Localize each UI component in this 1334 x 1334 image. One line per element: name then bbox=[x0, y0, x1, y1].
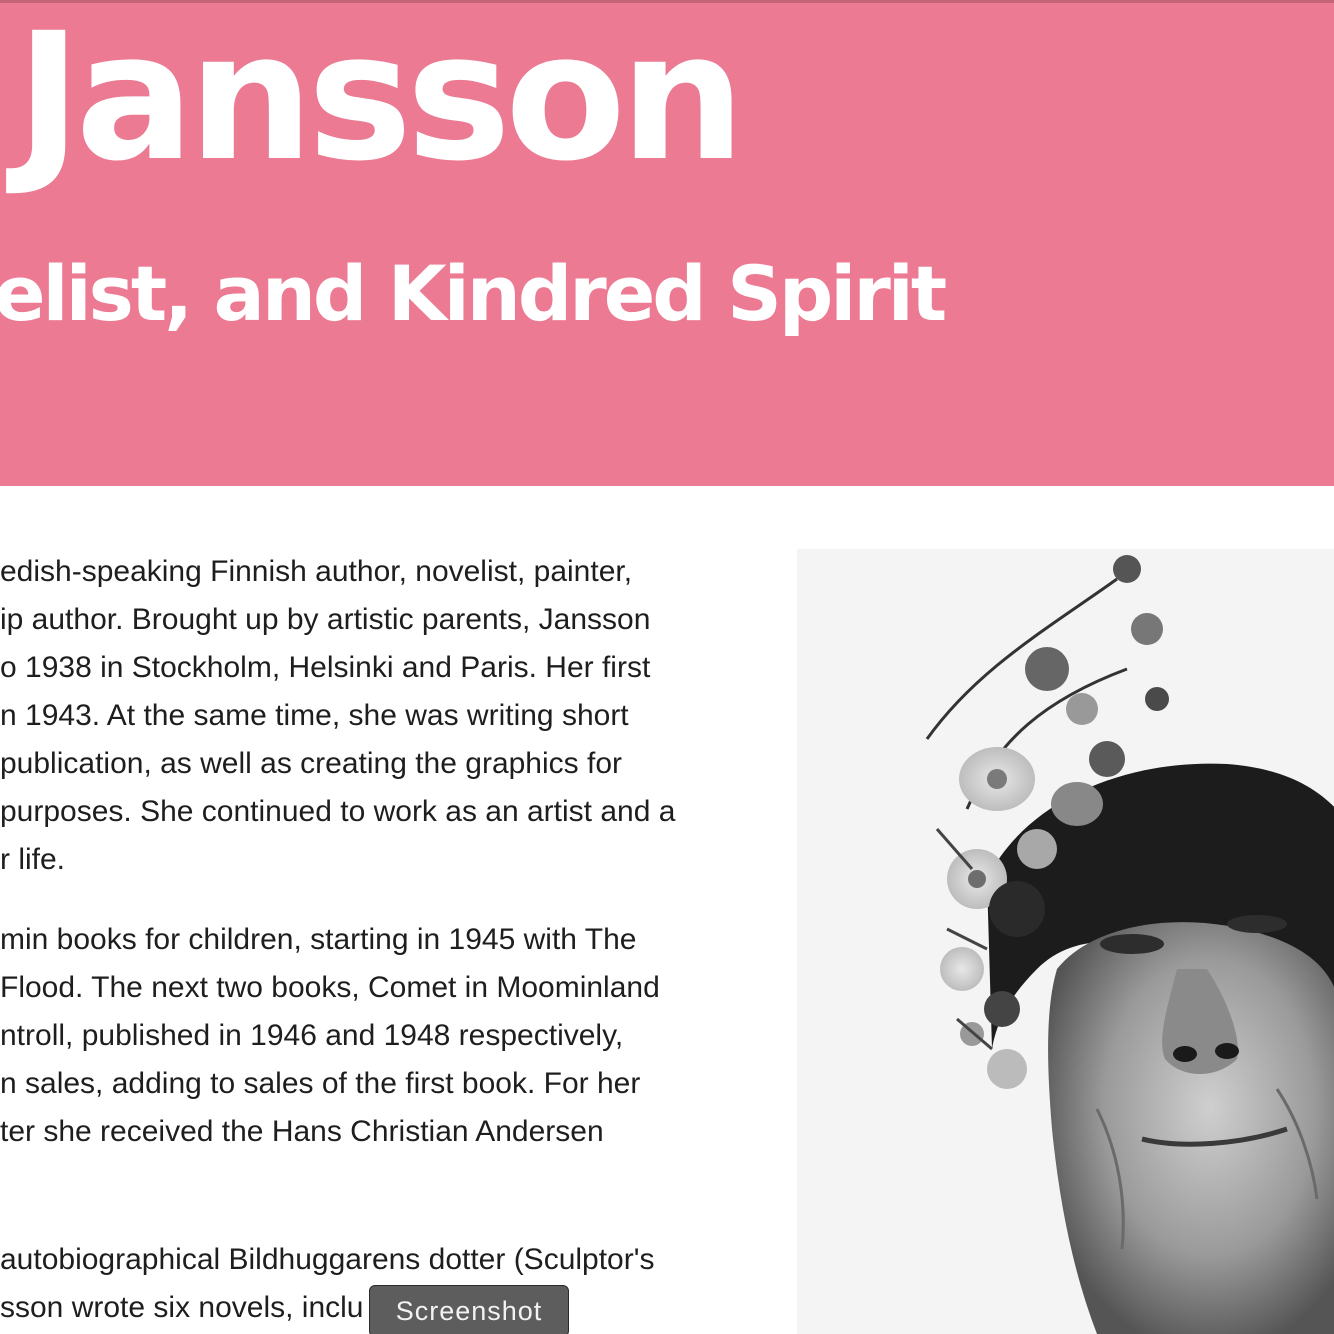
page-subtitle: elist, and Kindred Spirit bbox=[0, 249, 947, 338]
hero-banner: Jansson elist, and Kindred Spirit bbox=[0, 0, 1334, 486]
text-line: ter she received the Hans Christian Ande… bbox=[0, 1115, 604, 1148]
portrait-photo-flower-crown bbox=[797, 549, 1334, 1334]
text-line: edish-speaking Finnish author, novelist,… bbox=[0, 555, 633, 588]
paragraph-early-life: edish-speaking Finnish author, novelist,… bbox=[0, 548, 760, 884]
page-title: Jansson bbox=[16, 0, 745, 200]
portrait-photo bbox=[797, 549, 1334, 1334]
text-line: o 1938 in Stockholm, Helsinki and Paris.… bbox=[0, 651, 651, 684]
paragraph-moomin-books: min books for children, starting in 1945… bbox=[0, 916, 760, 1156]
text-line: publication, as well as creating the gra… bbox=[0, 747, 623, 780]
screenshot-tooltip[interactable]: Screenshot bbox=[369, 1285, 569, 1334]
text-line: r life. bbox=[0, 843, 66, 876]
text-line: purposes. She continued to work as an ar… bbox=[0, 795, 676, 828]
biography-text: edish-speaking Finnish author, novelist,… bbox=[0, 548, 760, 1334]
text-line: min books for children, starting in 1945… bbox=[0, 923, 637, 956]
page: Jansson elist, and Kindred Spirit edish-… bbox=[0, 0, 1334, 1334]
text-line: ip author. Brought up by artistic parent… bbox=[0, 603, 651, 636]
text-line: Flood. The next two books, Comet in Moom… bbox=[0, 971, 660, 1004]
text-line: n 1943. At the same time, she was writin… bbox=[0, 699, 629, 732]
text-line: ntroll, published in 1946 and 1948 respe… bbox=[0, 1019, 624, 1052]
text-line: autobiographical Bildhuggarens dotter (S… bbox=[0, 1243, 655, 1276]
text-line: n sales, adding to sales of the first bo… bbox=[0, 1067, 641, 1100]
